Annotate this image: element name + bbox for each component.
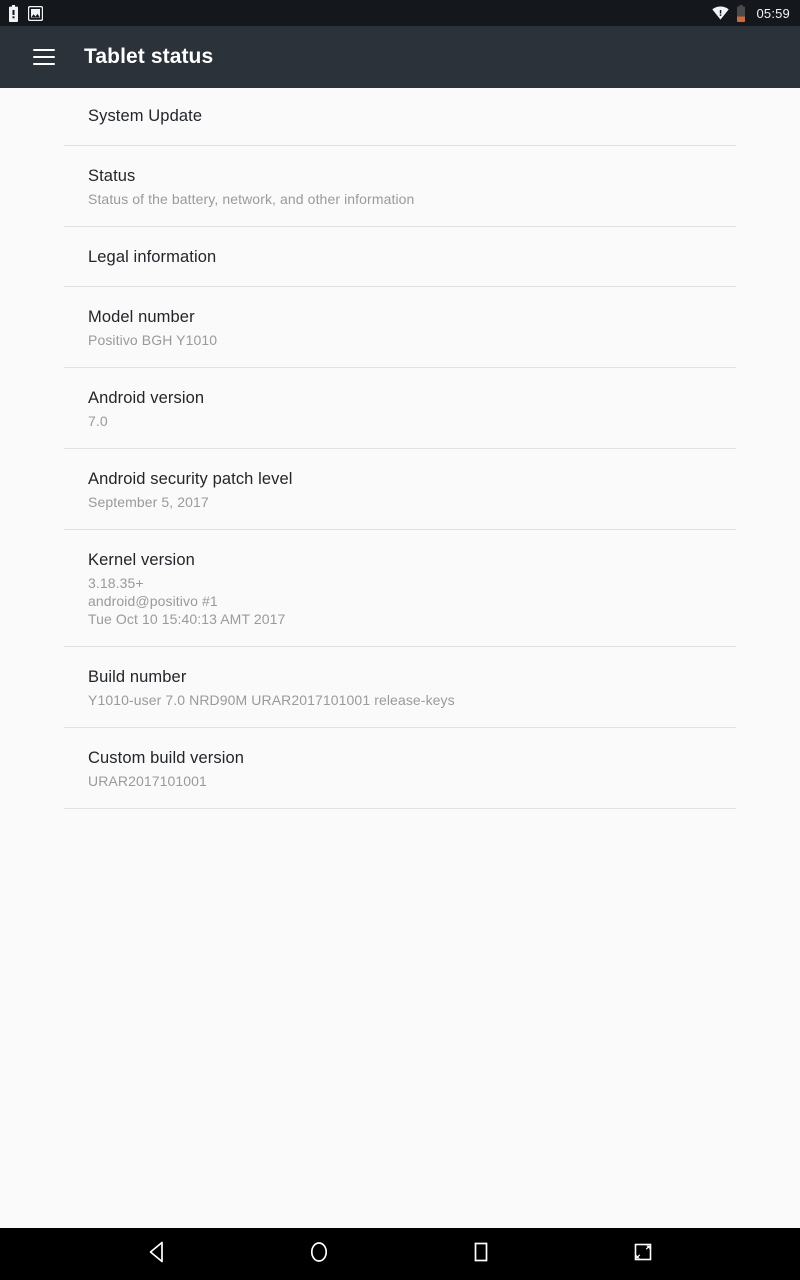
nav-recents-button[interactable] xyxy=(451,1228,511,1280)
list-item-subtitle-line: URAR2017101001 xyxy=(88,773,207,789)
list-item-subtitle-line: September 5, 2017 xyxy=(88,494,209,510)
list-item-subtitle-line: Positivo BGH Y1010 xyxy=(88,332,218,348)
status-bar-clock: 05:59 xyxy=(756,5,790,21)
list-item-kernel-version[interactable]: Kernel version 3.18.35+ android@positivo… xyxy=(64,530,736,647)
list-item-subtitle-line: Y1010-user 7.0 NRD90M URAR2017101001 rel… xyxy=(88,692,455,708)
recents-square-icon xyxy=(471,1240,491,1269)
battery-alert-icon xyxy=(8,4,19,22)
list-item-legal-information[interactable]: Legal information xyxy=(64,227,736,287)
list-item-title: Android version xyxy=(88,389,205,407)
wifi-no-internet-icon xyxy=(712,6,730,20)
list-item-subtitle-line: Tue Oct 10 15:40:13 AMT 2017 xyxy=(88,611,286,627)
tablet-status-screen: 05:59 Tablet status System Update Status… xyxy=(0,0,800,1280)
list-item-title: Android security patch level xyxy=(88,470,293,488)
list-item-title: Kernel version xyxy=(88,551,195,569)
list-item-subtitle: Status of the battery, network, and othe… xyxy=(88,190,736,208)
settings-content: System Update Status Status of the batte… xyxy=(0,88,800,1228)
hamburger-menu-icon[interactable] xyxy=(22,35,66,79)
list-item-title: Custom build version xyxy=(88,749,245,767)
list-item-subtitle: 7.0 xyxy=(88,412,736,430)
list-item-custom-build-version[interactable]: Custom build version URAR2017101001 xyxy=(64,728,736,809)
list-item-subtitle: URAR2017101001 xyxy=(88,772,736,790)
status-bar-left-icons xyxy=(8,4,43,22)
list-item-title: Model number xyxy=(88,308,195,326)
list-item-title: Build number xyxy=(88,668,187,686)
list-item-subtitle: Y1010-user 7.0 NRD90M URAR2017101001 rel… xyxy=(88,691,736,709)
list-item-android-version[interactable]: Android version 7.0 xyxy=(64,368,736,449)
list-item-system-update[interactable]: System Update xyxy=(64,88,736,146)
app-toolbar: Tablet status xyxy=(0,26,800,88)
list-item-model-number[interactable]: Model number Positivo BGH Y1010 xyxy=(64,287,736,368)
list-item-subtitle-line: 7.0 xyxy=(88,413,108,429)
list-item-subtitle: September 5, 2017 xyxy=(88,493,736,511)
list-item-subtitle: 3.18.35+ android@positivo #1 Tue Oct 10 … xyxy=(88,574,736,628)
list-item-title: Legal information xyxy=(88,248,217,266)
list-item-title: System Update xyxy=(88,107,203,125)
system-navigation-bar xyxy=(0,1228,800,1280)
nav-screenshot-button[interactable] xyxy=(613,1228,673,1280)
settings-list: System Update Status Status of the batte… xyxy=(64,88,736,809)
list-item-subtitle: Positivo BGH Y1010 xyxy=(88,331,736,349)
list-item-subtitle-line: Status of the battery, network, and othe… xyxy=(88,191,415,207)
list-item-title: Status xyxy=(88,167,136,185)
screenshot-notification-icon xyxy=(28,5,43,21)
nav-home-button[interactable] xyxy=(289,1228,349,1280)
list-item-subtitle-line: android@positivo #1 xyxy=(88,593,218,609)
list-item-build-number[interactable]: Build number Y1010-user 7.0 NRD90M URAR2… xyxy=(64,647,736,728)
back-triangle-icon xyxy=(147,1241,167,1268)
status-bar-right-icons: 05:59 xyxy=(712,4,790,22)
nav-back-button[interactable] xyxy=(127,1228,187,1280)
list-item-subtitle-line: 3.18.35+ xyxy=(88,575,144,591)
list-item-status[interactable]: Status Status of the battery, network, a… xyxy=(64,146,736,227)
battery-low-icon xyxy=(736,4,746,22)
status-bar: 05:59 xyxy=(0,0,800,26)
list-item-android-security-patch-level[interactable]: Android security patch level September 5… xyxy=(64,449,736,530)
home-circle-icon xyxy=(308,1240,330,1269)
page-title: Tablet status xyxy=(84,45,214,68)
screenshot-icon xyxy=(632,1240,654,1269)
